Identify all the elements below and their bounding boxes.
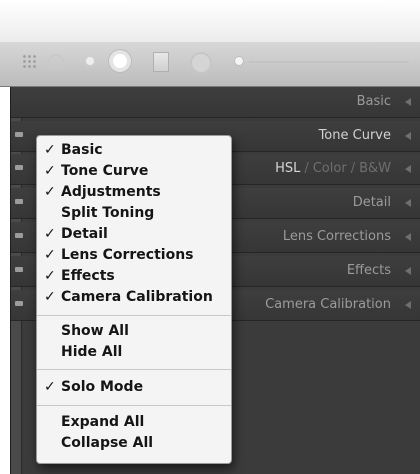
grid-overlay-icon[interactable] [22,54,38,70]
panel-header-basic[interactable]: Basic [11,87,420,118]
panel-header-label: Lens Corrections [282,229,391,244]
radial-filter-icon[interactable] [190,52,212,74]
panel-toggle-switch[interactable] [15,132,23,137]
panel-header-label: Effects [346,263,391,278]
menu-item-hide-all[interactable]: Hide All [37,342,231,363]
menu-item-detail[interactable]: ✓ Detail [37,224,231,245]
panel-toggle-switch[interactable] [15,267,23,272]
menu-item-label: Lens Corrections [61,247,194,263]
graduated-filter-icon[interactable] [153,52,169,72]
menu-item-tone-curve[interactable]: ✓ Tone Curve [37,161,231,182]
menu-separator [37,315,231,316]
menu-item-basic[interactable]: ✓ Basic [37,140,231,161]
lightroom-develop-panel-screenshot: Basic Tone Curve HSL / Color / B&W Detail Le… [0,0,420,474]
menu-item-expand-all[interactable]: Expand All [37,412,231,433]
color-tab[interactable]: Color [313,161,347,176]
collapse-triangle-icon[interactable] [405,165,411,173]
menu-item-label: Collapse All [61,435,154,451]
collapse-triangle-icon[interactable] [405,98,411,106]
menu-item-lens-corrections[interactable]: ✓ Lens Corrections [37,245,231,266]
collapse-triangle-icon[interactable] [405,199,411,207]
panel-header-label: Detail [352,195,391,210]
checkmark-icon: ✓ [44,379,56,395]
panel-toggle-switch[interactable] [15,165,23,170]
checkmark-icon: ✓ [44,268,56,284]
collapse-triangle-icon[interactable] [405,233,411,241]
menu-item-label: Expand All [61,414,145,430]
menu-item-label: Hide All [61,344,123,360]
checkmark-icon: ✓ [44,247,56,263]
menu-item-split-toning[interactable]: Split Toning [37,203,231,224]
menu-item-label: Effects [61,268,115,284]
panel-toggle-switch[interactable] [15,233,23,238]
checkmark-icon: ✓ [44,226,56,242]
adjustment-brush-icon[interactable] [233,56,409,68]
panel-toggle-switch[interactable] [15,301,23,306]
collapse-triangle-icon[interactable] [405,132,411,140]
panel-visibility-context-menu: ✓ Basic ✓ Tone Curve ✓ Adjustments Split… [36,135,232,464]
red-eye-icon[interactable] [86,57,94,65]
brush-slider-track[interactable] [249,61,409,63]
panel-header-label: Camera Calibration [265,297,391,312]
tool-strip [0,42,420,87]
checkmark-icon: ✓ [44,184,56,200]
brush-knob[interactable] [235,57,243,65]
panel-header-label: Tone Curve [318,128,391,143]
top-fade [0,0,420,42]
crop-icon[interactable] [45,51,67,73]
menu-separator [37,405,231,406]
checkmark-icon: ✓ [44,163,56,179]
menu-item-label: Solo Mode [61,379,144,395]
collapse-triangle-icon[interactable] [405,267,411,275]
menu-item-label: Show All [61,323,129,339]
menu-item-camera-calibration[interactable]: ✓ Camera Calibration [37,287,231,308]
collapse-triangle-icon[interactable] [405,301,411,309]
menu-item-label: Tone Curve [61,163,149,179]
panel-toggle-switch[interactable] [15,199,23,204]
menu-item-label: Adjustments [61,184,161,200]
menu-item-label: Camera Calibration [61,289,213,305]
menu-item-adjustments[interactable]: ✓ Adjustments [37,182,231,203]
bw-tab[interactable]: B&W [359,161,391,176]
hsl-tab[interactable]: HSL [275,161,300,176]
spot-removal-icon[interactable] [113,54,127,68]
hsl-separator: / [304,161,309,176]
checkmark-icon: ✓ [44,289,56,305]
hsl-separator: / [350,161,356,176]
menu-item-collapse-all[interactable]: Collapse All [37,433,231,454]
menu-item-effects[interactable]: ✓ Effects [37,266,231,287]
menu-separator [37,369,231,370]
menu-item-label: Basic [61,142,103,158]
panel-header-label: HSL / Color / B&W [275,161,391,176]
panel-header-label: Basic [356,94,391,109]
checkmark-icon: ✓ [44,142,56,158]
menu-item-show-all[interactable]: Show All [37,321,231,342]
menu-item-solo-mode[interactable]: ✓ Solo Mode [37,377,231,398]
menu-item-label: Detail [61,226,108,242]
menu-item-label: Split Toning [61,205,155,221]
